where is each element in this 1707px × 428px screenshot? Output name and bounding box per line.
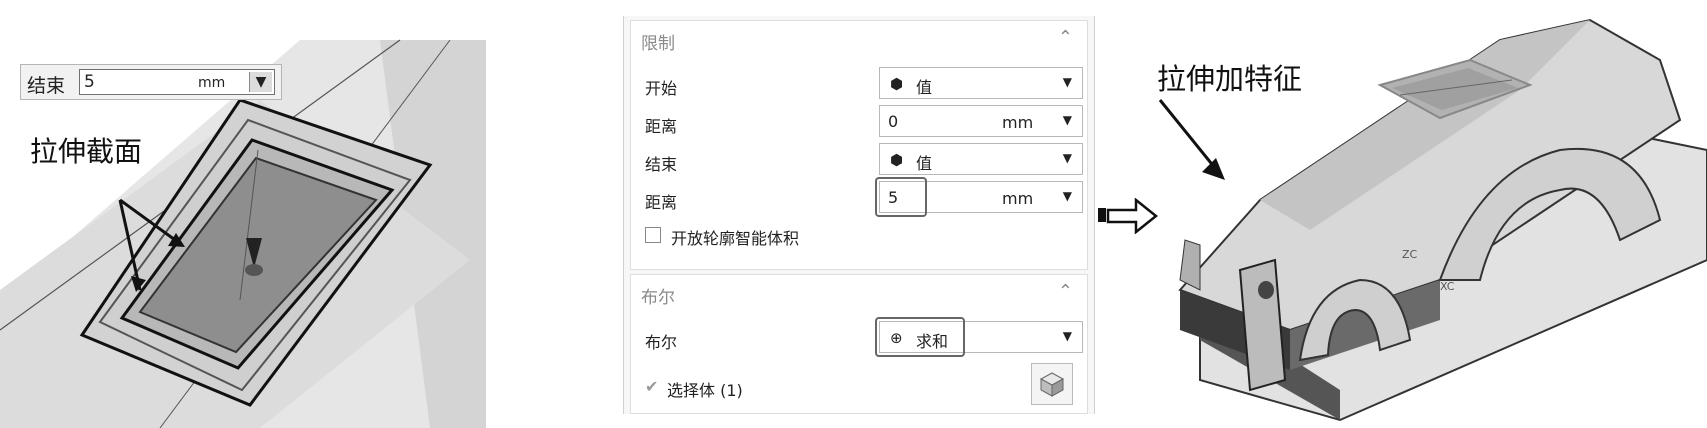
start-distance-unit: mm: [1002, 113, 1034, 132]
end-type-select[interactable]: ⬢ 值 ▼: [879, 143, 1083, 175]
end-distance-highlight: [875, 177, 927, 217]
open-profile-label: 开放轮廓智能体积: [671, 229, 800, 248]
dropdown-arrow-icon[interactable]: ▼: [249, 72, 272, 92]
limits-header[interactable]: 限制: [641, 29, 675, 54]
start-distance-input[interactable]: 0 mm ▼: [879, 105, 1083, 137]
value-cube-icon: ⬢: [890, 151, 904, 169]
end-value-text: 5: [84, 72, 95, 92]
open-profile-checkbox[interactable]: [645, 227, 661, 243]
boolean-header[interactable]: 布尔: [641, 283, 675, 308]
end-unit-text: mm: [198, 75, 226, 91]
start-distance-value: 0: [888, 112, 899, 131]
end-distance-label: 距离: [645, 193, 678, 212]
limits-section: 限制 ⌃ 开始 ⬢ 值 ▼ 距离 0 mm ▼ 结束 ⬢ 值 ▼ 距离 5 mm…: [630, 20, 1088, 270]
value-cube-icon: ⬢: [890, 75, 904, 93]
dropdown-arrow-icon: ▼: [1062, 75, 1072, 89]
dropdown-arrow-icon: ▼: [1062, 189, 1072, 203]
solid-body-icon[interactable]: [1031, 363, 1073, 405]
check-icon: ✔: [645, 377, 659, 396]
start-type-value: 值: [916, 78, 933, 97]
boolean-label: 布尔: [645, 333, 678, 352]
end-type-value: 值: [916, 154, 933, 173]
boolean-section: 布尔 ⌃ 布尔 ⊕ 求和 ▼ ✔ 选择体 (1): [630, 274, 1088, 414]
start-label: 开始: [645, 79, 678, 98]
chevron-up-icon[interactable]: ⌃: [1058, 281, 1073, 302]
dropdown-arrow-icon: ▼: [1062, 151, 1072, 165]
section-annotation: 拉伸截面: [30, 135, 143, 168]
extrude-feature-annotation: 拉伸加特征: [1157, 62, 1303, 96]
end-label: 结束: [27, 75, 66, 97]
end-value-input[interactable]: 5 mm ▼: [79, 69, 275, 95]
start-distance-label: 距离: [645, 117, 678, 136]
end-distance-unit: mm: [1002, 189, 1034, 208]
select-body-label[interactable]: 选择体 (1): [667, 377, 743, 401]
boolean-highlight: [875, 317, 965, 357]
end-distance-popup: 结束 5 mm ▼: [20, 64, 282, 100]
start-type-select[interactable]: ⬢ 值 ▼: [879, 67, 1083, 99]
dropdown-arrow-icon: ▼: [1062, 113, 1072, 127]
left-graphics-viewport: 结束 5 mm ▼ 拉伸截面: [0, 0, 486, 428]
chevron-up-icon[interactable]: ⌃: [1058, 27, 1073, 48]
axis-xc-label: XC: [1440, 280, 1455, 293]
end-label: 结束: [645, 155, 678, 174]
extrude-dialog-panel: 限制 ⌃ 开始 ⬢ 值 ▼ 距离 0 mm ▼ 结束 ⬢ 值 ▼ 距离 5 mm…: [623, 16, 1095, 414]
dropdown-arrow-icon: ▼: [1062, 329, 1072, 343]
axis-zc-label: ZC: [1402, 248, 1418, 261]
